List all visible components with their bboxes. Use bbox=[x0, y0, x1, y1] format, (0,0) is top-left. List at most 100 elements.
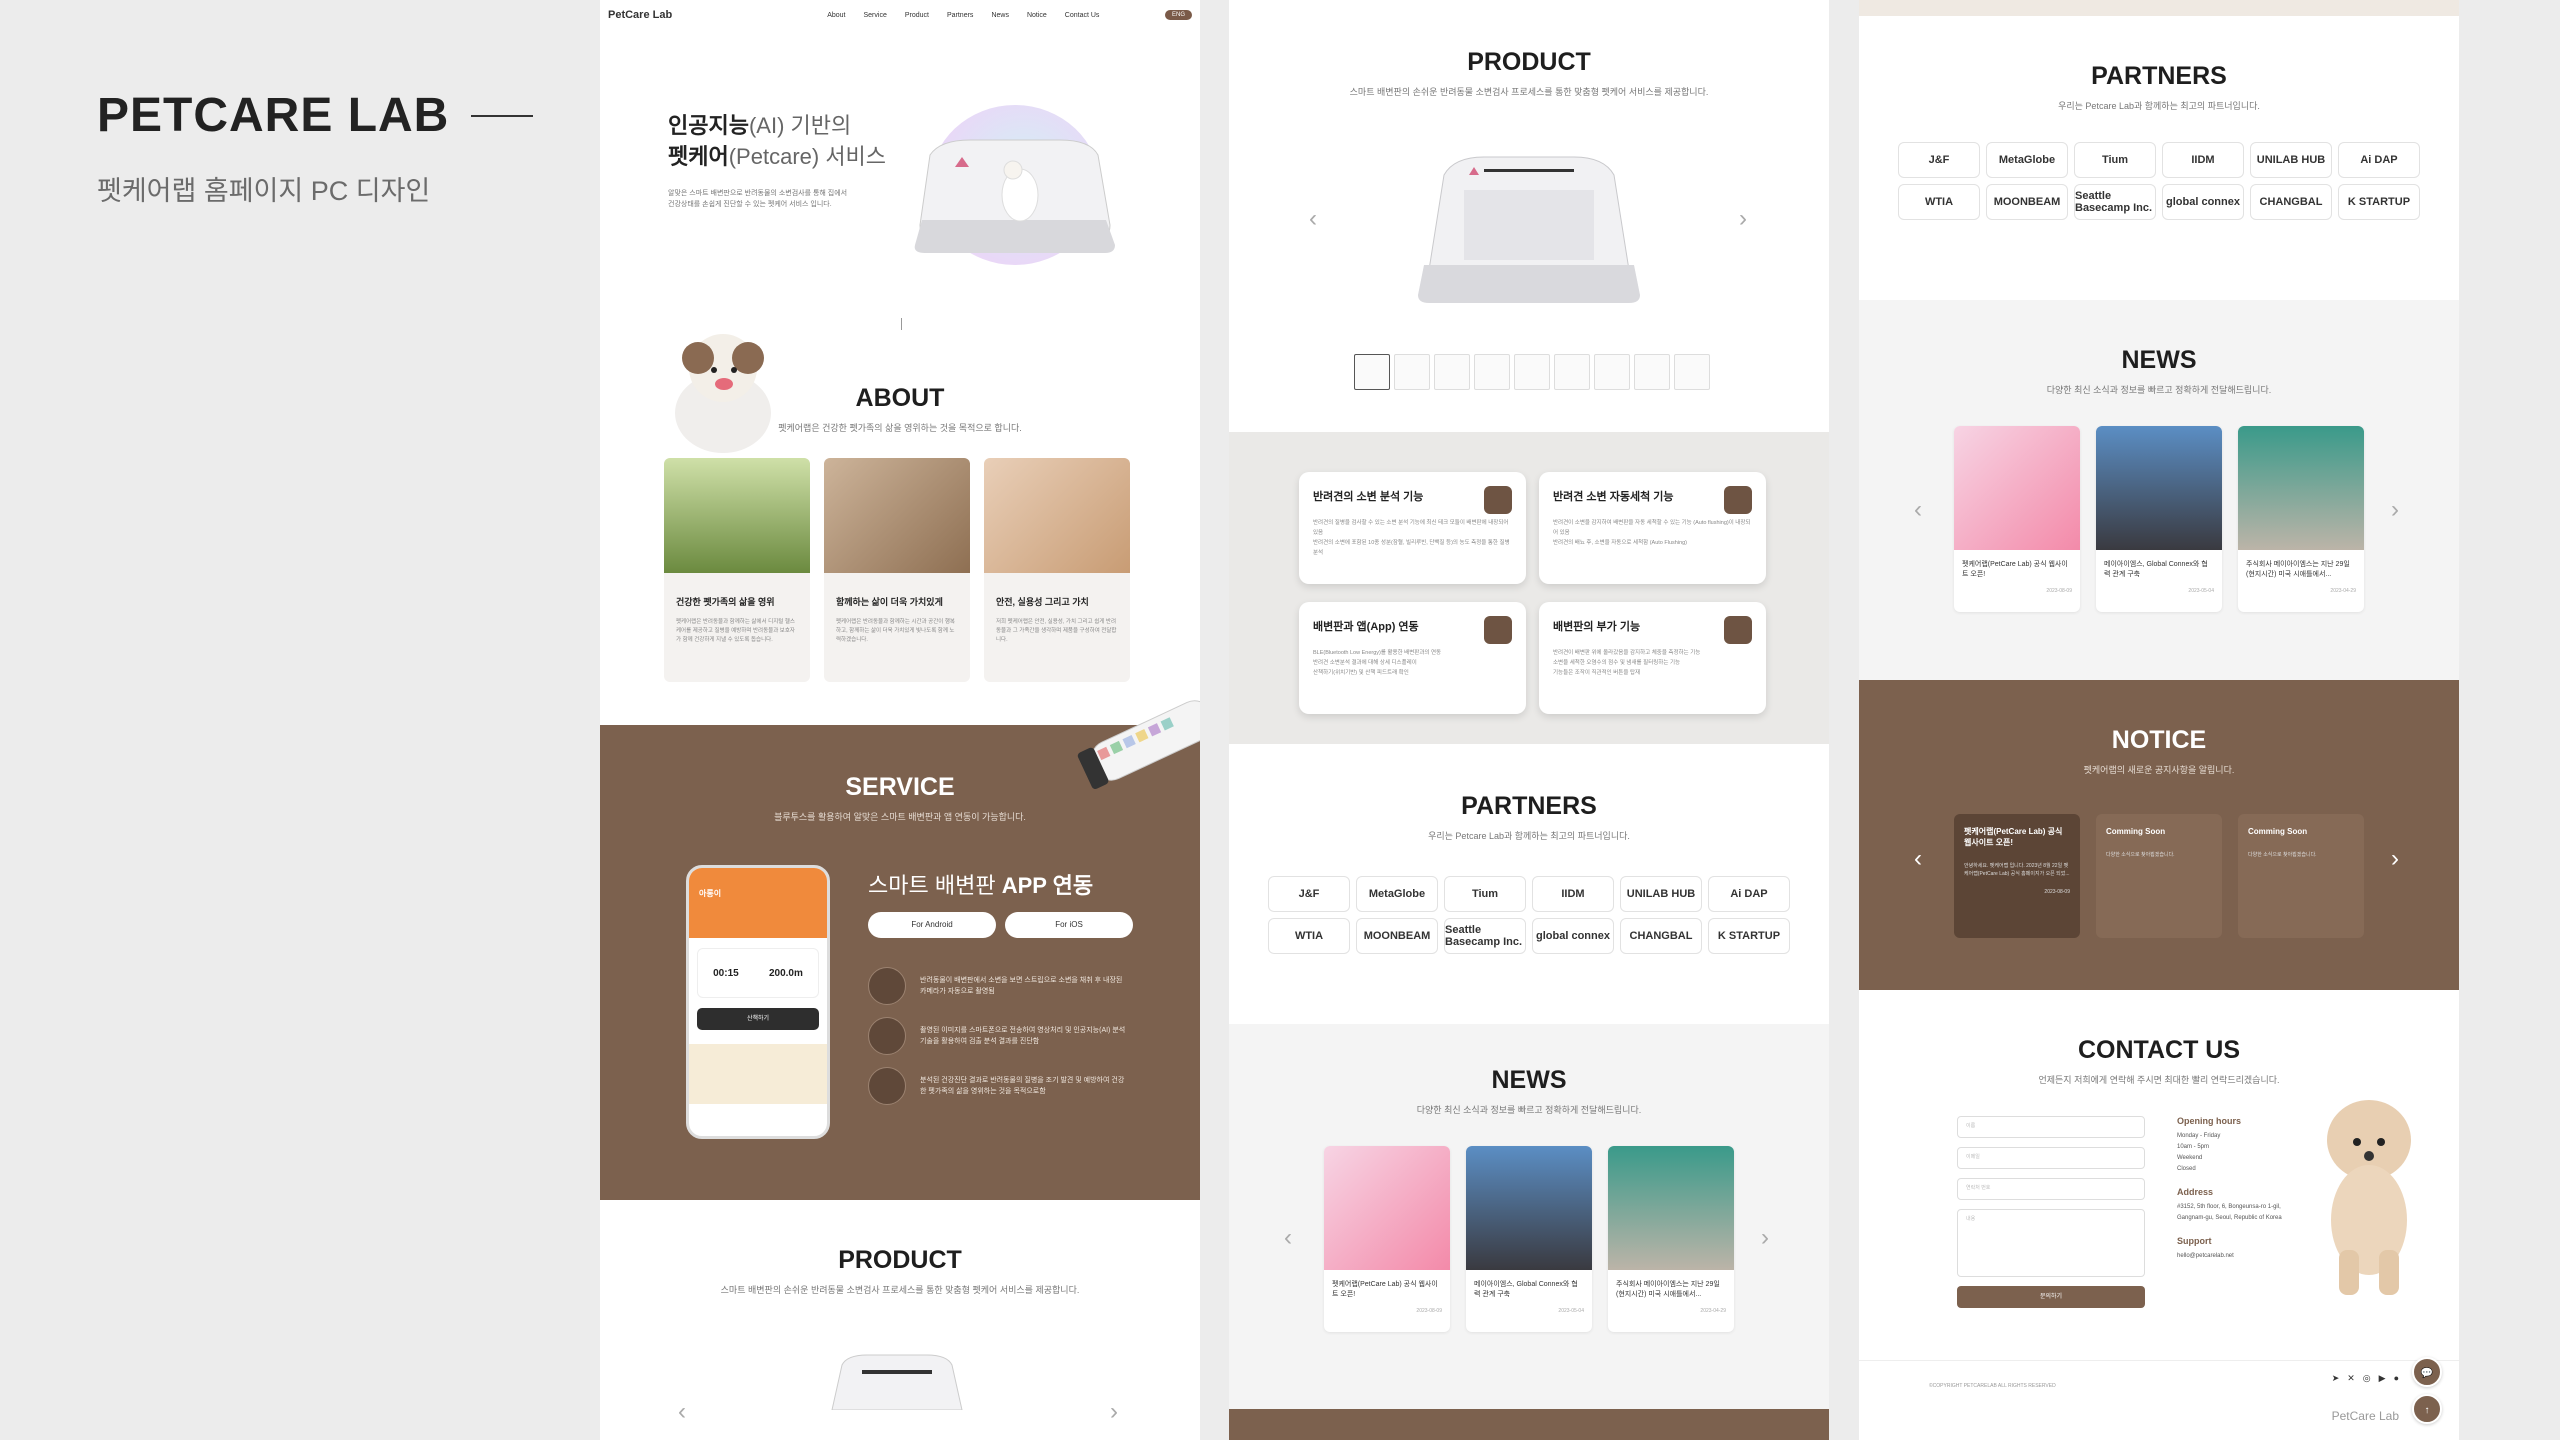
hero-bold-2: 펫케어 bbox=[668, 144, 729, 169]
nav-service[interactable]: Service bbox=[864, 12, 887, 19]
support-email[interactable]: hello@petcarelab.net bbox=[2177, 1251, 2282, 1262]
walk-distance: 200.0m bbox=[768, 967, 803, 979]
address-line: Gangnam-gu, Seoul, Republic of Korea bbox=[2177, 1215, 2282, 1221]
walk-time: 00:15 bbox=[713, 967, 739, 979]
news-subtitle: 다양한 최신 소식과 정보를 빠르고 정확하게 전달해드립니다. bbox=[2046, 385, 2272, 395]
telegram-icon[interactable]: ➤ bbox=[2332, 1373, 2340, 1384]
product-thumbnail[interactable] bbox=[1674, 354, 1710, 390]
top-image-edge bbox=[1859, 0, 2459, 16]
news-card[interactable]: 펫케어랩(PetCare Lab) 공식 웹사이트 오픈! 2023-08-09 bbox=[1954, 426, 2080, 612]
x-icon[interactable]: ✕ bbox=[2347, 1373, 2355, 1384]
function-line: 반려견 소변분석 결과에 대해 상세 디스플레이 bbox=[1313, 660, 1417, 666]
notice-subtitle: 펫케어랩의 새로운 공지사항을 알립니다. bbox=[2083, 765, 2235, 775]
next-arrow-icon[interactable]: › bbox=[1110, 1398, 1118, 1426]
message-field[interactable]: 내용 bbox=[1957, 1209, 2145, 1277]
function-title: 배변판의 부가 기능 bbox=[1553, 621, 1641, 633]
next-arrow-icon[interactable]: › bbox=[2391, 496, 2399, 524]
news-card[interactable]: 펫케어랩(PetCare Lab) 공식 웹사이트 오픈! 2023-08-09 bbox=[1324, 1146, 1450, 1332]
about-card: 함께하는 삶이 더욱 가치있게 펫케어랩은 반려동물과 함께하는 시간과 공간이… bbox=[824, 458, 970, 682]
notice-card[interactable]: 펫케어랩(PetCare Lab) 공식 웹사이트 오픈! 안녕하세요. 펫케어… bbox=[1954, 814, 2080, 938]
news-image bbox=[1466, 1146, 1592, 1270]
email-field[interactable]: 이메일 bbox=[1957, 1147, 2145, 1169]
product-thumbnail[interactable] bbox=[1514, 354, 1550, 390]
footer-copyright: ©COPYRIGHT PETCARELAB ALL RIGHTS RESERVE… bbox=[1929, 1383, 2056, 1389]
notice-card-title: Comming Soon bbox=[2248, 827, 2308, 836]
product-thumbnails bbox=[1354, 354, 1710, 390]
news-image bbox=[1324, 1146, 1450, 1270]
notice-card[interactable]: Comming Soon 다양한 소식으로 찾아뵙겠습니다. bbox=[2096, 814, 2222, 938]
hero-rest-1: (AI) 기반의 bbox=[748, 113, 852, 138]
nav-contact[interactable]: Contact Us bbox=[1065, 12, 1100, 19]
product-thumbnail[interactable] bbox=[1554, 354, 1590, 390]
nav-partners[interactable]: Partners bbox=[947, 12, 973, 19]
product-thumbnail[interactable] bbox=[1594, 354, 1630, 390]
news-card[interactable]: 메이아이엠스, Global Connex와 협력 관계 구축 2023-05-… bbox=[2096, 426, 2222, 612]
news-card-date: 2023-05-04 bbox=[2188, 588, 2214, 594]
brand-subtitle: 펫케어랩 홈페이지 PC 디자인 bbox=[97, 176, 431, 206]
product-thumbnail[interactable] bbox=[1474, 354, 1510, 390]
submit-button[interactable]: 문의하기 bbox=[1957, 1286, 2145, 1308]
product-thumbnail[interactable] bbox=[1434, 354, 1470, 390]
hero-description: 알맞은 스마트 배변판으로 반려동물의 소변검사를 통해 집에서 건강상태를 손… bbox=[668, 190, 848, 208]
auto-wash-icon bbox=[1724, 486, 1752, 514]
ios-button[interactable]: For iOS bbox=[1005, 912, 1133, 938]
product-thumbnail[interactable] bbox=[1394, 354, 1430, 390]
nav-about[interactable]: About bbox=[827, 12, 845, 19]
chat-fab-icon[interactable]: 💬 bbox=[2412, 1357, 2442, 1387]
next-arrow-icon[interactable]: › bbox=[2391, 845, 2399, 873]
product-title: PRODUCT bbox=[1467, 48, 1591, 76]
start-walk-button[interactable]: 산책하기 bbox=[697, 1008, 819, 1030]
name-field[interactable]: 이름 bbox=[1957, 1116, 2145, 1138]
notice-card-date: 2023-08-09 bbox=[2044, 889, 2070, 895]
next-arrow-icon[interactable]: › bbox=[1739, 205, 1747, 233]
partner-logo: Tium bbox=[1444, 876, 1526, 912]
feature-text: 촬영된 이미지를 스마트폰으로 전송하여 영상처리 및 인공지능(AI) 분석 … bbox=[920, 1027, 1126, 1045]
product-section: PRODUCT 스마트 배변판의 손쉬운 반려동물 소변검사 프로세스를 통한 … bbox=[600, 1200, 1200, 1440]
smart-toilet-image bbox=[914, 139, 1115, 253]
news-card[interactable]: 주식회사 메이아이엠스는 지난 29일(현지시간) 미국 시애틀에서... 20… bbox=[2238, 426, 2364, 612]
partner-logo: WTIA bbox=[1268, 918, 1350, 954]
contact-section: CONTACT US 언제든지 저희에게 연락해 주시면 최대한 빨리 연락드리… bbox=[1859, 990, 2459, 1350]
phone-field[interactable]: 연락처 번호 bbox=[1957, 1178, 2145, 1200]
android-button[interactable]: For Android bbox=[868, 912, 996, 938]
site-logo[interactable]: PetCare Lab bbox=[608, 9, 672, 21]
partner-logo: Seattle Basecamp Inc. bbox=[1444, 918, 1526, 954]
product-thumbnail[interactable] bbox=[1634, 354, 1670, 390]
partner-logo: Seattle Basecamp Inc. bbox=[2074, 184, 2156, 220]
notice-card-desc: 다양한 소식으로 찾아뵙겠습니다. bbox=[2106, 852, 2175, 858]
prev-arrow-icon[interactable]: ‹ bbox=[1914, 845, 1922, 873]
app-header: 아롱이 bbox=[689, 868, 827, 938]
nav-news[interactable]: News bbox=[991, 12, 1009, 19]
prev-arrow-icon[interactable]: ‹ bbox=[1284, 1224, 1292, 1252]
news-image bbox=[2096, 426, 2222, 550]
news-card-title: 주식회사 메이아이엠스는 지난 29일(현지시간) 미국 시애틀에서... bbox=[2246, 561, 2350, 578]
prev-arrow-icon[interactable]: ‹ bbox=[1309, 205, 1317, 233]
prev-arrow-icon[interactable]: ‹ bbox=[1914, 496, 1922, 524]
partner-logo: CHANGBAL bbox=[2250, 184, 2332, 220]
news-card[interactable]: 메이아이엠스, Global Connex와 협력 관계 구축 2023-05-… bbox=[1466, 1146, 1592, 1332]
next-arrow-icon[interactable]: › bbox=[1761, 1224, 1769, 1252]
instagram-icon[interactable]: ◎ bbox=[2363, 1373, 2371, 1384]
prev-arrow-icon[interactable]: ‹ bbox=[678, 1398, 686, 1426]
language-button[interactable]: ENG bbox=[1164, 10, 1192, 20]
nav-product[interactable]: Product bbox=[905, 12, 929, 19]
news-title: NEWS bbox=[1491, 1066, 1567, 1094]
youtube-icon[interactable]: ▶ bbox=[2379, 1373, 2386, 1384]
github-icon[interactable]: ● bbox=[2394, 1373, 2399, 1384]
function-lines: 반려견의 질병을 검사할 수 있는 소변 분석 기능에 최신 테크 모듈이 배변… bbox=[1313, 518, 1512, 558]
notice-card-title: 펫케어랩(PetCare Lab) 공식 웹사이트 오픈! bbox=[1964, 827, 2063, 847]
partner-logos-row-2: WTIA MOONBEAM Seattle Basecamp Inc. glob… bbox=[1229, 918, 1829, 954]
notice-card[interactable]: Comming Soon 다양한 소식으로 찾아뵙겠습니다. bbox=[2238, 814, 2364, 938]
hero-text: 인공지능(AI) 기반의 펫케어(Petcare) 서비스 알맞은 스마트 배변… bbox=[668, 110, 886, 210]
partners-title: PARTNERS bbox=[1461, 792, 1597, 820]
news-image bbox=[1954, 426, 2080, 550]
presentation-title: PETCARE LAB 펫케어랩 홈페이지 PC 디자인 bbox=[97, 88, 534, 208]
news-card[interactable]: 주식회사 메이아이엠스는 지난 29일(현지시간) 미국 시애틀에서... 20… bbox=[1608, 1146, 1734, 1332]
product-thumbnail[interactable] bbox=[1354, 354, 1390, 390]
hours-line: Closed bbox=[2177, 1166, 2196, 1172]
address-title: Address bbox=[2177, 1187, 2214, 1197]
nav-notice[interactable]: Notice bbox=[1027, 12, 1047, 19]
analysis-icon bbox=[1484, 486, 1512, 514]
scroll-top-icon[interactable]: ↑ bbox=[2412, 1394, 2442, 1424]
footer-logo: PetCare Lab bbox=[2331, 1409, 2399, 1423]
